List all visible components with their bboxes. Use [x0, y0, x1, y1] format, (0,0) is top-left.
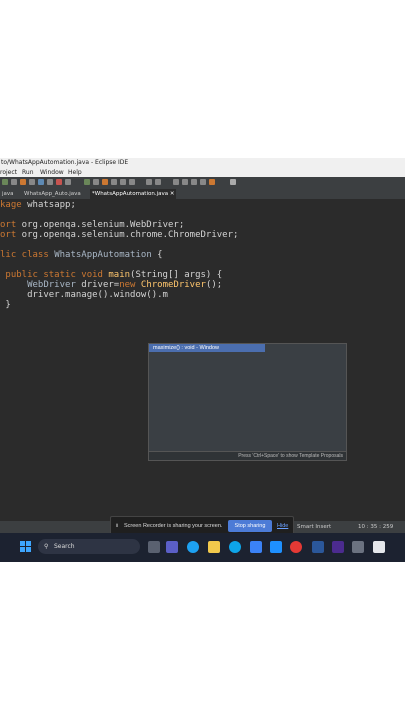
- constructor-name: ChromeDriver: [135, 280, 206, 290]
- toolbar-icon[interactable]: [102, 179, 108, 185]
- toolbar-icon[interactable]: [191, 179, 197, 185]
- toolbar-icon[interactable]: [182, 179, 188, 185]
- toolbar-icon[interactable]: [173, 179, 179, 185]
- toolbar-icon[interactable]: [146, 179, 152, 185]
- toolbar-icon[interactable]: [29, 179, 35, 185]
- edge-icon[interactable]: [187, 541, 199, 553]
- search-label: Search: [54, 543, 75, 550]
- premiere-icon[interactable]: [332, 541, 344, 553]
- code-text: driver.manage().window().m: [0, 290, 168, 300]
- code-text: org.openqa.selenium.WebDriver;: [16, 220, 185, 230]
- code-line: WebDriver driver=new ChromeDriver();: [0, 280, 222, 290]
- toolbar-icon[interactable]: [200, 179, 206, 185]
- class-name: WhatsAppAutomation: [48, 250, 152, 260]
- toolbar-icon[interactable]: [47, 179, 53, 185]
- code-text: ();: [205, 280, 223, 290]
- task-view-icon[interactable]: [148, 541, 160, 553]
- code-line: public static void main(String[] args) {: [0, 270, 222, 280]
- content-assist-popup[interactable]: maximize() : void - Window Press 'Ctrl+S…: [148, 343, 347, 461]
- toolbar-icon[interactable]: [129, 179, 135, 185]
- menu-project[interactable]: roject: [0, 168, 17, 177]
- code-keyword: kage: [0, 200, 22, 210]
- toolbar-icon[interactable]: [93, 179, 99, 185]
- tab-whatsapp-automation[interactable]: *WhatsAppAutomation.java ✕: [90, 189, 177, 199]
- code-editor[interactable]: kage whatsapp; ort org.openqa.selenium.W…: [0, 199, 405, 521]
- save-icon[interactable]: [11, 179, 17, 185]
- toolbar-icon[interactable]: [230, 179, 236, 185]
- code-text: org.openqa.selenium.chrome.ChromeDriver;: [16, 230, 239, 240]
- code-keyword: ort: [0, 220, 17, 230]
- code-keyword: ort: [0, 230, 17, 240]
- editor-tabs: java WhatsApp_Auto.java *WhatsAppAutomat…: [0, 189, 405, 199]
- word-icon[interactable]: [312, 541, 324, 553]
- code-line: ort org.openqa.selenium.WebDriver;: [0, 220, 184, 230]
- toolbar-icon[interactable]: [38, 179, 44, 185]
- code-text: {: [151, 250, 163, 260]
- variable-name: driver: [75, 280, 114, 290]
- type-name: WebDriver: [0, 280, 76, 290]
- code-line: driver.manage().window().m: [0, 290, 168, 300]
- chrome-icon[interactable]: [290, 541, 302, 553]
- code-text: (String[] args) {: [130, 270, 223, 280]
- menu-bar: roject Run Window Help: [0, 168, 405, 177]
- toolbar-icon[interactable]: [120, 179, 126, 185]
- mail-icon[interactable]: [250, 541, 262, 553]
- stop-sharing-button[interactable]: Stop sharing: [228, 520, 272, 532]
- toolbar-icon[interactable]: [209, 179, 215, 185]
- screen-recorder-icon[interactable]: [373, 541, 385, 553]
- app-icon[interactable]: [229, 541, 241, 553]
- taskbar: ⚲ Search: [0, 533, 405, 562]
- window-title: to/WhatsAppAutomation.java - Eclipse IDE: [0, 158, 405, 168]
- code-line: lic class WhatsAppAutomation {: [0, 250, 163, 260]
- file-explorer-icon[interactable]: [208, 541, 220, 553]
- code-keyword: new: [119, 280, 136, 290]
- taskbar-search[interactable]: ⚲ Search: [38, 539, 140, 554]
- toolbar-icon[interactable]: [155, 179, 161, 185]
- tab-whatsapp-auto[interactable]: WhatsApp_Auto.java: [22, 189, 83, 199]
- app-icon[interactable]: [270, 541, 282, 553]
- code-keyword: public static void: [0, 270, 103, 280]
- run-icon[interactable]: [2, 179, 8, 185]
- windows-start-icon[interactable]: [20, 541, 31, 552]
- toolbar-icon[interactable]: [56, 179, 62, 185]
- app-icon[interactable]: [352, 541, 364, 553]
- menu-run[interactable]: Run: [22, 168, 34, 177]
- cursor-position: 10 : 35 : 259: [358, 524, 394, 530]
- search-icon: ⚲: [44, 543, 49, 550]
- code-text: whatsapp;: [21, 200, 76, 210]
- insert-mode: Smart Insert: [297, 524, 332, 530]
- code-line: kage whatsapp;: [0, 200, 76, 210]
- toolbar-icon[interactable]: [111, 179, 117, 185]
- proposal-maximize[interactable]: maximize() : void - Window: [149, 344, 265, 352]
- menu-window[interactable]: Window: [40, 168, 64, 177]
- tab-java[interactable]: java: [0, 189, 16, 199]
- toolbar-icon[interactable]: [65, 179, 71, 185]
- toolbar-icon[interactable]: [84, 179, 90, 185]
- code-line: }: [0, 300, 11, 310]
- code-text: }: [0, 300, 11, 310]
- code-keyword: lic class: [0, 250, 49, 260]
- popup-hint: Press 'Ctrl+Space' to show Template Prop…: [149, 451, 346, 460]
- screen-recording: to/WhatsAppAutomation.java - Eclipse IDE…: [0, 158, 405, 562]
- debug-icon[interactable]: [20, 179, 26, 185]
- method-name: main: [102, 270, 131, 280]
- code-line: ort org.openqa.selenium.chrome.ChromeDri…: [0, 230, 238, 240]
- menu-help[interactable]: Help: [68, 168, 82, 177]
- teams-icon[interactable]: [166, 541, 178, 553]
